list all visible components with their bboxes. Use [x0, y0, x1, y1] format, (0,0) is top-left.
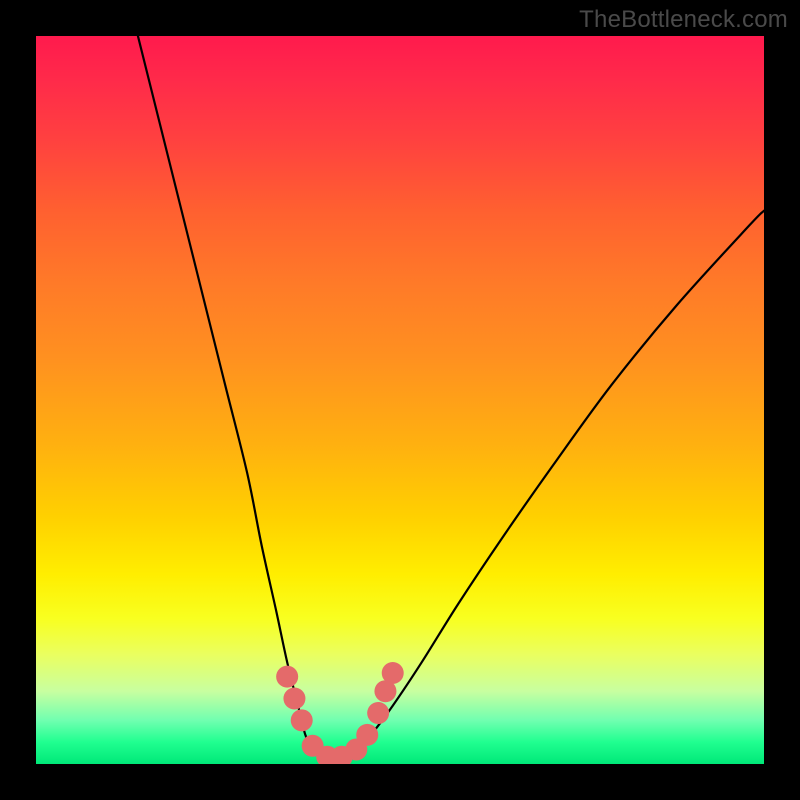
marker-dot [276, 666, 298, 688]
plot-area [36, 36, 764, 764]
marker-dot [382, 662, 404, 684]
marker-dot [367, 702, 389, 724]
chart-frame: TheBottleneck.com [0, 0, 800, 800]
marker-dot [356, 724, 378, 746]
marker-dot [291, 709, 313, 731]
marker-dot [283, 687, 305, 709]
watermark-text: TheBottleneck.com [579, 6, 788, 34]
marker-group [276, 662, 404, 764]
curve-layer [36, 36, 764, 764]
bottleneck-curve [138, 36, 764, 757]
